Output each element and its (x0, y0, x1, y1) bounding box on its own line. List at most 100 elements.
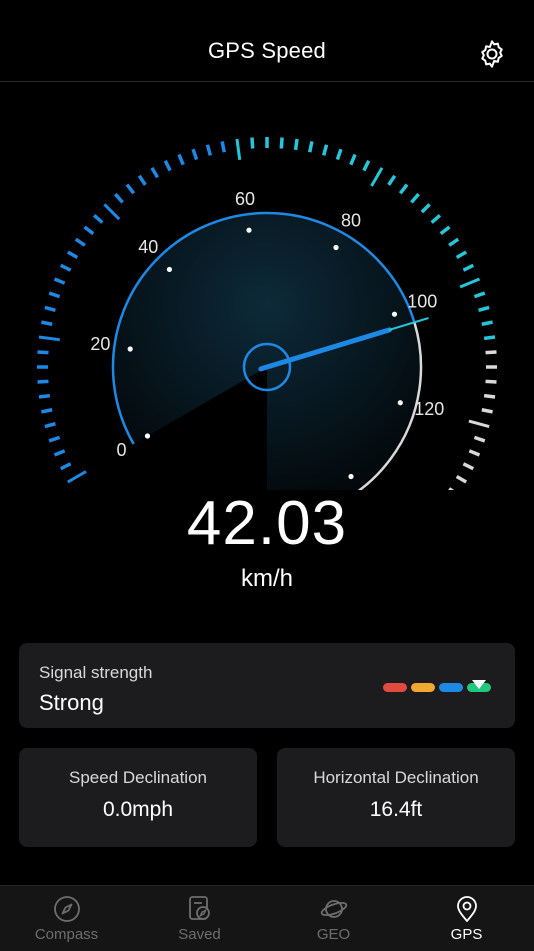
minor-tick (321, 144, 329, 156)
minor-tick (279, 137, 284, 149)
gear-icon (481, 40, 503, 68)
minor-tick (41, 408, 53, 414)
inner-dot (246, 227, 252, 233)
minor-tick (473, 435, 486, 443)
minor-tick (191, 148, 199, 161)
minor-tick (48, 291, 61, 299)
inner-dot (127, 346, 133, 352)
minor-tick (250, 137, 255, 149)
inner-dot (397, 400, 403, 406)
minor-tick (37, 350, 49, 355)
minor-tick (462, 263, 475, 272)
minor-tick (163, 159, 172, 172)
horizontal-declination-card: Horizontal Declination 16.4ft (277, 748, 515, 847)
speed-declination-label: Speed Declination (69, 768, 207, 787)
minor-tick (481, 408, 493, 414)
app-header: GPS Speed (0, 0, 534, 82)
signal-value: Strong (39, 690, 104, 715)
minor-tick (483, 335, 496, 341)
minor-tick (53, 277, 66, 285)
minor-tick (430, 214, 442, 224)
tab-compass[interactable]: Compass (0, 886, 133, 951)
minor-tick (205, 144, 213, 156)
minor-tick (74, 237, 86, 247)
minor-tick (455, 250, 468, 260)
minor-tick (335, 148, 343, 161)
horizontal-declination-value: 16.4ft (369, 798, 423, 821)
minor-tick (362, 159, 371, 172)
tick-label-40: 40 (138, 237, 158, 257)
inner-dot (348, 473, 354, 480)
minor-tick (92, 214, 104, 224)
minor-tick (398, 183, 409, 195)
minor-tick (44, 421, 56, 429)
minor-tick (41, 320, 53, 326)
speed-declination-card: Speed Declination 0.0mph (19, 748, 257, 847)
inner-dot (333, 244, 339, 251)
signal-strength-card: Signal strength Strong (19, 643, 515, 728)
tab-saved[interactable]: Saved (133, 886, 266, 951)
minor-tick (59, 462, 72, 471)
signal-segment-good (439, 683, 463, 692)
tab-geo-label: GEO (316, 926, 351, 943)
minor-tick (293, 138, 299, 151)
major-tick (459, 277, 481, 289)
speed-declination-value: 0.0mph (102, 798, 174, 821)
tick-label-100: 100 (407, 291, 437, 311)
planet-icon (320, 900, 348, 918)
inner-dot (166, 266, 173, 273)
minor-tick (485, 350, 497, 355)
minor-tick (177, 153, 185, 166)
major-tick (103, 203, 121, 221)
location-pin-icon (457, 896, 477, 922)
tick-label-0: 0 (116, 440, 126, 460)
minor-tick (483, 393, 496, 399)
minor-tick (387, 174, 397, 186)
minor-tick (308, 141, 314, 153)
minor-tick (37, 379, 49, 384)
tab-gps-label: GPS (450, 926, 483, 943)
minor-tick (478, 305, 490, 313)
speed-readout: 42.03 (186, 489, 348, 558)
saved-icon (189, 896, 210, 920)
tick-label-120: 120 (414, 399, 444, 419)
major-tick (370, 167, 384, 187)
signal-level-marker-icon (472, 680, 486, 689)
speed-unit: km/h (240, 565, 293, 592)
page-title: GPS Speed (208, 38, 326, 63)
compass-icon (54, 896, 80, 922)
settings-button[interactable] (474, 36, 510, 72)
tick-label-80: 80 (341, 210, 361, 230)
minor-tick (83, 225, 95, 236)
minor-tick (473, 291, 486, 299)
minor-tick (468, 449, 481, 457)
major-tick (67, 470, 87, 484)
minor-tick (114, 192, 124, 204)
major-tick (38, 335, 60, 342)
minor-tick (59, 263, 72, 272)
inner-dot (144, 433, 151, 439)
tab-gps[interactable]: GPS (400, 886, 533, 951)
minor-tick (38, 393, 51, 399)
minor-tick (53, 449, 66, 457)
signal-strength-bar (383, 680, 495, 694)
tick-label-60: 60 (235, 189, 255, 209)
tab-saved-label: Saved (178, 926, 221, 943)
minor-tick (462, 462, 475, 471)
minor-tick (66, 250, 79, 260)
minor-tick (485, 379, 497, 384)
tab-compass-label: Compass (34, 926, 99, 943)
major-tick (235, 138, 242, 160)
minor-tick (455, 474, 468, 484)
bottom-tab-bar: Compass Saved GEO GPS (0, 885, 534, 951)
minor-tick (44, 305, 56, 313)
minor-tick (439, 225, 451, 236)
minor-tick (481, 320, 493, 326)
inner-dot (391, 311, 398, 317)
minor-tick (137, 174, 147, 186)
tick-label-20: 20 (90, 334, 110, 354)
minor-tick (150, 166, 160, 179)
minor-tick (349, 153, 357, 166)
speedometer-gauge: 020406080100120140160 (37, 137, 497, 490)
tab-geo[interactable]: GEO (267, 886, 400, 951)
